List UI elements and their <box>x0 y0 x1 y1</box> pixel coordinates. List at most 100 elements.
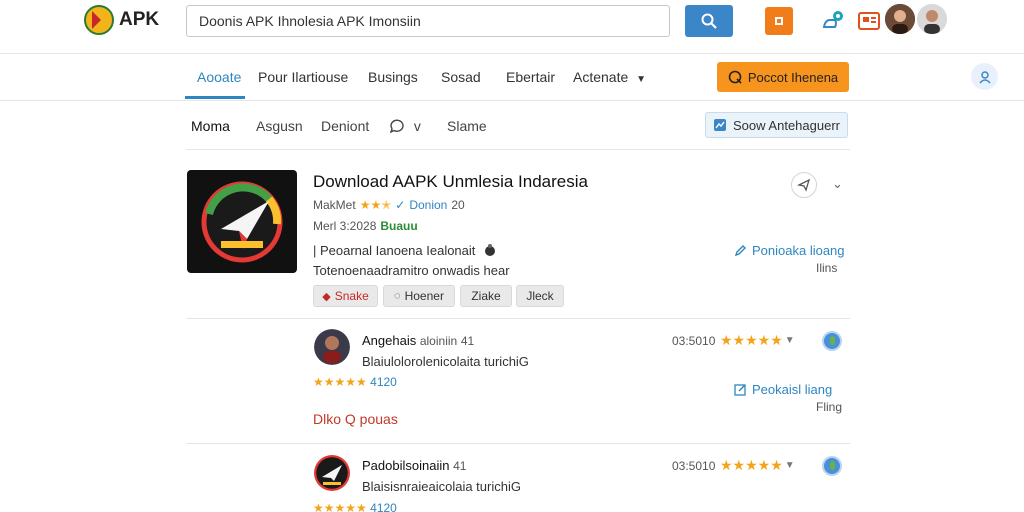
review-stars: ★★★★★ 4120 <box>313 501 397 512</box>
app-date: Merl 3:2028 <box>313 219 377 233</box>
review-side-link-label: Peokaisl liang <box>752 382 833 397</box>
star-rating-icon: ★★★★★ <box>313 375 367 389</box>
star-rating-icon: ★★★★★ <box>313 501 367 512</box>
show-button[interactable]: Soow Antehaguerr <box>705 112 848 138</box>
show-button-label: Soow Antehaguerr <box>733 117 840 133</box>
review-stars: ★★★★★ 4120 <box>313 375 397 389</box>
edit-icon <box>734 245 746 257</box>
search-icon <box>701 13 717 29</box>
report-button[interactable]: Poccot Ihenena <box>717 62 849 92</box>
nav-tab[interactable]: Pour Ilartiouse <box>258 69 348 85</box>
upload-button[interactable] <box>765 7 793 35</box>
app-developer-link[interactable]: Donion <box>409 198 447 212</box>
profile-round-button[interactable] <box>971 63 998 90</box>
reviewer-handle: aloiniin <box>419 334 458 348</box>
tag-label: Ziake <box>471 289 501 303</box>
site-logo[interactable]: APK <box>84 5 159 35</box>
comment-icon <box>389 119 404 134</box>
reviewer-name: Angehais aloiniin 41 <box>362 333 474 348</box>
chevron-down-icon[interactable]: ⌄ <box>832 176 843 192</box>
person-icon <box>978 70 991 84</box>
subnav-item[interactable]: Deniont <box>321 118 369 134</box>
image-icon <box>714 119 727 131</box>
chevron-down-icon: ▼ <box>784 460 795 471</box>
reviewer-avatar[interactable] <box>314 455 350 491</box>
coffee-icon <box>485 244 496 256</box>
star-rating-icon: ★★✭ <box>359 198 392 212</box>
review-text: Blaiulolorolenicolaita turichiG <box>362 354 529 369</box>
report-icon <box>728 70 742 84</box>
upload-icon <box>775 17 783 25</box>
verified-icon: ✓ <box>395 198 406 212</box>
subnav-item[interactable]: Slame <box>447 118 487 134</box>
star-rating-icon: ★★★★★ <box>720 457 783 473</box>
review-side-sub: Fling <box>816 400 843 414</box>
tag-label: Snake <box>334 289 369 303</box>
app-description-text: | Peoarnal Ianoena Iealonait <box>313 243 476 258</box>
nav-tab[interactable]: Sosad <box>441 69 481 85</box>
avatar-person-icon <box>917 4 947 34</box>
app-description: | Peoarnal Ianoena Iealonait <box>313 243 497 258</box>
reviewer-avatar-icon <box>314 329 350 365</box>
tag-chip[interactable]: Jleck <box>516 285 564 307</box>
subnav-item[interactable]: Asgusn <box>256 118 303 134</box>
diamond-icon: ◆ <box>322 290 331 303</box>
review-rating-value: 4120 <box>370 375 397 389</box>
top-header: APK <box>0 0 1024 54</box>
app-date-row: Merl 3:2028 Buauu <box>313 219 418 233</box>
logo-text: APK <box>119 9 160 30</box>
reviewer-avatar[interactable] <box>314 329 350 365</box>
active-tab-underline <box>185 96 245 99</box>
review-rating-select[interactable]: ★★★★★ ▼ <box>720 457 795 474</box>
gallery-button[interactable] <box>855 7 883 35</box>
review-side-link[interactable]: Peokaisl liang <box>734 382 832 397</box>
account-avatar[interactable] <box>917 4 947 34</box>
edit-icon <box>734 384 746 396</box>
tag-chip[interactable]: ◆ Snake <box>313 285 378 307</box>
nav-tab-active[interactable]: Aooate <box>197 69 241 85</box>
share-icon <box>797 178 811 192</box>
app-developer: MakMet <box>313 198 356 212</box>
search-button[interactable] <box>685 5 733 37</box>
tag-chip[interactable]: Ziake <box>460 285 512 307</box>
subnav-item-active[interactable]: Moma <box>191 118 230 134</box>
review-rating-value: 4120 <box>370 501 397 512</box>
app-title: Download AAPK Unmlesia Indaresia <box>313 172 588 191</box>
review-date: 03:5010 <box>672 459 716 473</box>
apk-logo-icon <box>84 5 114 35</box>
share-button[interactable] <box>791 172 817 198</box>
subnav-comment[interactable]: v <box>389 118 421 134</box>
app-icon[interactable] <box>187 170 297 273</box>
globe-icon[interactable] <box>822 456 842 476</box>
app-side-sub: Ilins <box>816 261 838 275</box>
more-reviews-link[interactable]: Dlko Q pouas <box>313 411 398 427</box>
review-text: Blaisisnraieaicolaia turichiG <box>362 479 521 494</box>
avatar-person-icon <box>885 4 915 34</box>
notification-button[interactable] <box>819 7 847 35</box>
search-input[interactable] <box>186 5 670 37</box>
review-rating-select[interactable]: ★★★★★ ▼ <box>720 332 795 349</box>
review-date: 03:5010 <box>672 334 716 348</box>
chevron-down-icon: ▼ <box>784 335 795 346</box>
subnav-comment-label: v <box>413 118 421 134</box>
reviewer-name-text: Angehais <box>362 333 417 348</box>
tag-chip[interactable]: ◌ Hoener <box>383 285 455 307</box>
tag-label: Jleck <box>526 289 554 303</box>
reviewer-count: 41 <box>453 459 467 473</box>
user-avatar[interactable] <box>885 4 915 34</box>
nav-tab[interactable]: Busings <box>368 69 418 85</box>
chevron-down-icon: ▼ <box>636 74 647 85</box>
nav-dropdown[interactable]: Actenate ▼ <box>573 69 646 85</box>
app-subdescription: Totenoenaadramitro onwadis hear <box>313 263 510 278</box>
nav-dropdown-label: Actenate <box>573 69 629 85</box>
app-side-link-label: Ponioaka lioang <box>752 243 845 258</box>
star-rating-icon: ★★★★★ <box>720 332 783 348</box>
nav-tab[interactable]: Ebertair <box>506 69 555 85</box>
divider <box>186 318 850 319</box>
gallery-icon <box>858 12 880 30</box>
globe-icon[interactable] <box>822 331 842 351</box>
divider <box>186 443 850 444</box>
app-side-link[interactable]: Ponioaka lioang <box>734 243 845 258</box>
app-logo-icon <box>201 181 283 262</box>
app-status-badge: Buauu <box>380 219 418 233</box>
